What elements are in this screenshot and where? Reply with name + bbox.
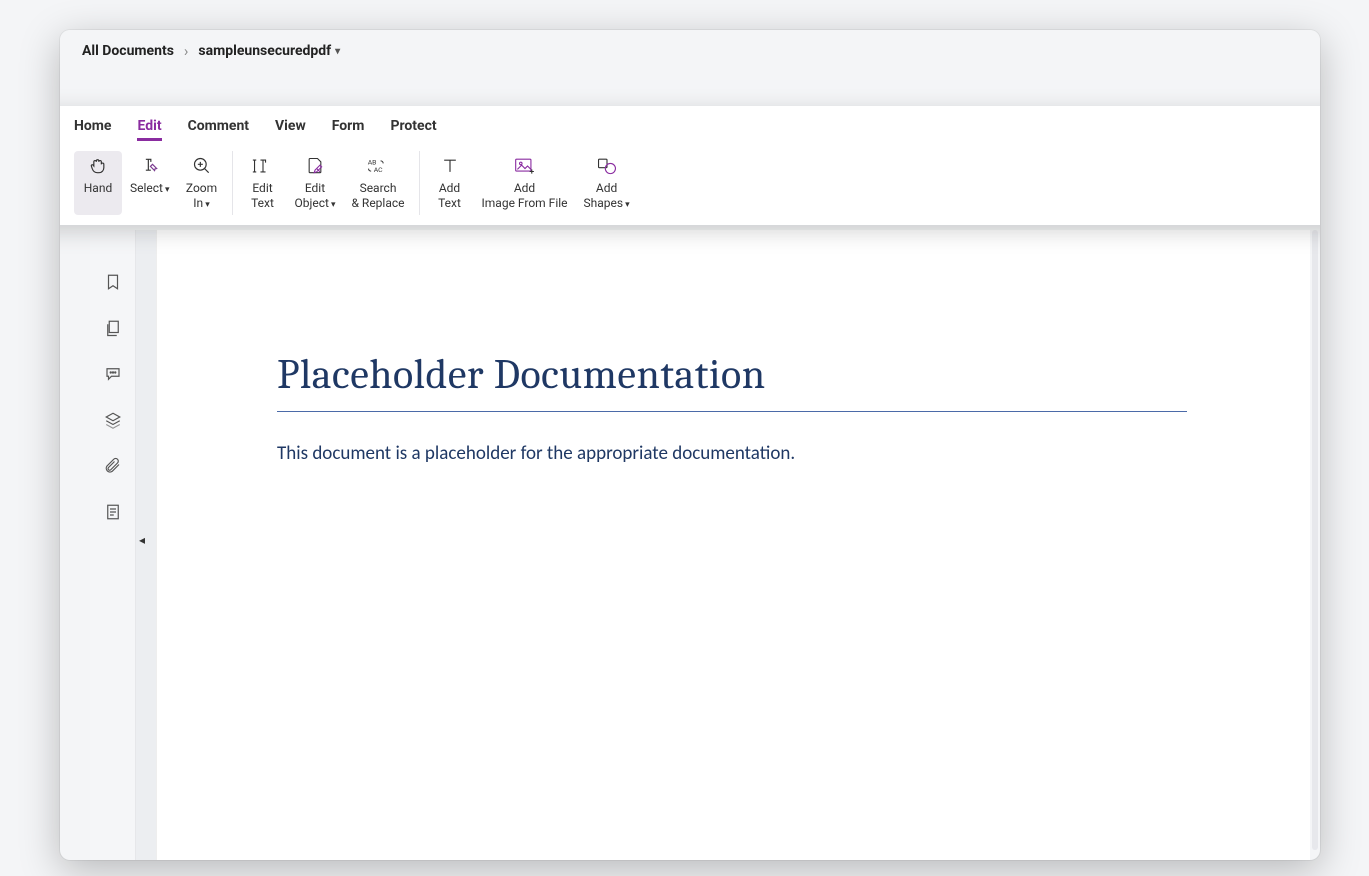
hand-tool-button[interactable]: Hand xyxy=(74,151,122,215)
side-panel xyxy=(90,230,136,860)
breadcrumb-root[interactable]: All Documents xyxy=(82,43,174,59)
toolbar: Hand Select▾ Zoom In▾ xyxy=(74,151,1306,215)
chevron-right-icon: › xyxy=(184,42,189,60)
search-replace-label: Search & Replace xyxy=(351,181,404,211)
edit-object-label: Edit Object▾ xyxy=(295,181,336,211)
title-underline xyxy=(277,411,1187,412)
add-text-icon xyxy=(440,155,460,177)
add-image-label: Add Image From File xyxy=(482,181,568,211)
app-window: All Documents › sampleunsecuredpdf ▾ Hom… xyxy=(60,30,1320,860)
image-icon xyxy=(514,155,536,177)
breadcrumb-doc[interactable]: sampleunsecuredpdf ▾ xyxy=(198,43,340,59)
tab-comment[interactable]: Comment xyxy=(188,118,249,141)
tab-form[interactable]: Form xyxy=(332,118,365,141)
comments-icon[interactable] xyxy=(103,364,123,384)
add-shapes-button[interactable]: Add Shapes▾ xyxy=(576,151,638,215)
document-body: This document is a placeholder for the a… xyxy=(277,442,1210,465)
edit-object-button[interactable]: Edit Object▾ xyxy=(287,151,344,215)
shapes-icon xyxy=(596,155,618,177)
attachment-icon[interactable] xyxy=(103,456,123,476)
document-viewport[interactable]: Placeholder Documentation This document … xyxy=(156,230,1310,860)
hand-icon xyxy=(88,155,108,177)
svg-text:AB: AB xyxy=(368,158,377,166)
tab-view[interactable]: View xyxy=(275,118,306,141)
caret-down-icon: ▾ xyxy=(205,200,210,210)
breadcrumb: All Documents › sampleunsecuredpdf ▾ xyxy=(60,30,1320,72)
search-replace-icon: ABAC xyxy=(366,155,390,177)
tab-home[interactable]: Home xyxy=(74,118,111,141)
tool-group-add: Add Text Add Image From File Add Shapes▾ xyxy=(426,151,644,215)
select-tool-label: Select▾ xyxy=(130,181,170,196)
zoom-in-label: Zoom In▾ xyxy=(186,181,217,211)
layers-icon[interactable] xyxy=(103,410,123,430)
collapse-panel-icon[interactable]: ◂ xyxy=(136,530,148,550)
add-text-button[interactable]: Add Text xyxy=(426,151,474,215)
cursor-text-icon xyxy=(140,155,160,177)
edit-text-label: Edit Text xyxy=(251,181,274,211)
add-image-button[interactable]: Add Image From File xyxy=(474,151,576,215)
search-replace-button[interactable]: ABAC Search & Replace xyxy=(343,151,412,215)
workspace: ◂ Placeholder Documentation This documen… xyxy=(90,230,1310,860)
edit-text-button[interactable]: Edit Text xyxy=(239,151,287,215)
hand-tool-label: Hand xyxy=(84,181,112,196)
svg-text:AC: AC xyxy=(374,166,383,174)
document-title: Placeholder Documentation xyxy=(277,350,1210,399)
menu-tabs: Home Edit Comment View Form Protect xyxy=(74,118,1306,141)
tool-group-nav: Hand Select▾ Zoom In▾ xyxy=(74,151,233,215)
caret-down-icon: ▾ xyxy=(331,200,336,210)
edit-object-icon xyxy=(305,155,325,177)
add-text-label: Add Text xyxy=(438,181,461,211)
form-data-icon[interactable] xyxy=(103,502,123,522)
caret-down-icon: ▾ xyxy=(625,200,630,210)
add-shapes-label: Add Shapes▾ xyxy=(584,181,630,211)
select-tool-button[interactable]: Select▾ xyxy=(122,151,178,215)
edit-text-icon xyxy=(252,155,274,177)
bookmark-icon[interactable] xyxy=(103,272,123,292)
caret-down-icon: ▾ xyxy=(165,185,170,195)
vertical-scrollbar[interactable] xyxy=(1312,230,1318,850)
tool-group-edit: Edit Text Edit Object▾ ABAC Search & Rep… xyxy=(239,151,420,215)
tab-edit[interactable]: Edit xyxy=(137,118,161,141)
ribbon: Home Edit Comment View Form Protect Hand xyxy=(60,106,1320,225)
pages-icon[interactable] xyxy=(103,318,123,338)
zoom-in-button[interactable]: Zoom In▾ xyxy=(178,151,226,215)
chevron-down-icon: ▾ xyxy=(335,46,340,57)
tab-protect[interactable]: Protect xyxy=(390,118,436,141)
zoom-in-icon xyxy=(192,155,212,177)
breadcrumb-doc-label: sampleunsecuredpdf xyxy=(198,43,331,59)
